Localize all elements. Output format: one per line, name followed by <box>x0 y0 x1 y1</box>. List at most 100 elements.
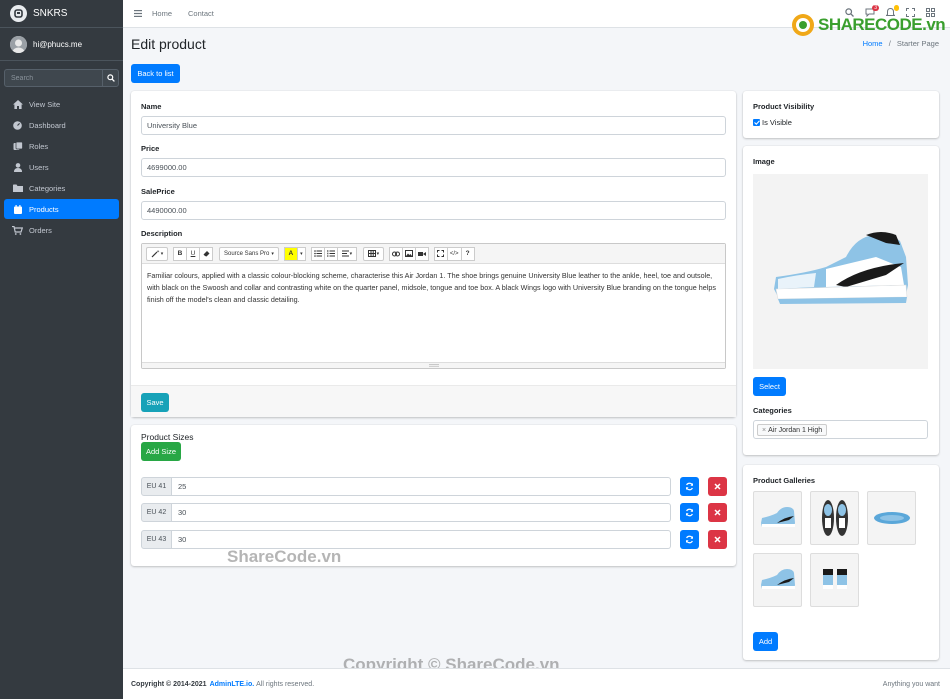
category-tag: × Air Jordan 1 High <box>757 424 828 436</box>
clear-format-button[interactable] <box>199 246 213 261</box>
price-label: Price <box>141 144 160 153</box>
fullscreen-icon <box>437 250 445 257</box>
ordered-list-button[interactable] <box>323 246 338 261</box>
sidebar-item-users[interactable]: Users <box>4 157 119 177</box>
update-size-button[interactable] <box>680 477 699 496</box>
refresh-icon <box>685 535 694 544</box>
name-input[interactable]: University Blue <box>141 116 726 135</box>
notification-badge: 3 <box>872 5 879 11</box>
price-input[interactable]: 4699000.00 <box>141 158 726 177</box>
editor-resize-bar[interactable] <box>142 362 725 368</box>
times-icon <box>714 483 721 490</box>
help-button[interactable]: ? <box>460 246 475 261</box>
delete-size-button[interactable] <box>708 477 727 496</box>
categories-select[interactable]: × Air Jordan 1 High <box>753 420 928 439</box>
gallery-thumbnail[interactable] <box>810 553 859 607</box>
brand-link[interactable]: SNKRS <box>0 0 123 28</box>
update-size-button[interactable] <box>680 530 699 549</box>
size-label: EU 41 <box>141 477 172 496</box>
fullscreen-button[interactable] <box>433 246 448 261</box>
sidebar-item-label: Roles <box>29 141 49 151</box>
nav-contact-link[interactable]: Contact <box>188 9 214 18</box>
color-dropdown-button[interactable]: ▾ <box>296 246 306 261</box>
sidebar-item-label: View Site <box>29 99 61 109</box>
product-visibility-card: Product Visibility Is Visible <box>743 91 939 138</box>
save-button[interactable]: Save <box>141 393 169 412</box>
brand-name: SNKRS <box>33 8 68 19</box>
visible-checkbox[interactable] <box>753 119 760 126</box>
saleprice-input[interactable]: 4490000.00 <box>141 201 726 220</box>
size-quantity-input[interactable]: 30 <box>172 503 671 522</box>
sidebar-item-products[interactable]: Products <box>4 199 119 219</box>
cart-icon <box>12 225 23 235</box>
gallery-thumbnail[interactable] <box>753 553 802 607</box>
sneaker-pair-image <box>760 569 795 589</box>
image-title: Image <box>753 157 775 166</box>
image-button[interactable] <box>401 246 416 261</box>
search-button[interactable] <box>102 70 118 86</box>
nav-home-link[interactable]: Home <box>152 9 172 18</box>
unordered-list-button[interactable] <box>310 246 325 261</box>
update-size-button[interactable] <box>680 503 699 522</box>
search-icon <box>106 74 115 82</box>
font-family-select[interactable]: Source Sans Pro ▾ <box>219 246 279 261</box>
underline-button[interactable]: U <box>186 246 200 261</box>
bold-button[interactable]: B <box>173 246 187 261</box>
sidebar-search-input[interactable] <box>5 70 102 86</box>
video-button[interactable] <box>414 246 429 261</box>
product-gallery-card: Product Galleries Add <box>743 465 939 660</box>
add-gallery-button[interactable]: Add <box>753 632 778 651</box>
size-quantity-input[interactable]: 25 <box>172 477 671 496</box>
remove-tag-icon[interactable]: × <box>762 427 766 434</box>
sidebar-item-roles[interactable]: Roles <box>4 136 119 156</box>
editor-toolbar: ▾ B U Source Sans Pro ▾ A ▾ ▾ ▾ </> ? <box>142 244 725 264</box>
menu-toggle-icon[interactable] <box>134 10 142 17</box>
question-icon: ? <box>465 250 470 257</box>
breadcrumb-home-link[interactable]: Home <box>863 39 883 48</box>
product-image-card: Image Select Categories × Air Jordan 1 H… <box>743 146 939 455</box>
back-to-list-button[interactable]: Back to list <box>131 64 180 83</box>
paragraph-align-button[interactable]: ▾ <box>336 246 357 261</box>
sidebar: SNKRS hi@phucs.me View Site Dashboard Ro… <box>0 0 123 699</box>
gallery-thumbnail[interactable] <box>753 491 802 545</box>
size-label: EU 42 <box>141 503 172 522</box>
sidebar-item-label: Users <box>29 162 49 172</box>
footer-brand-link[interactable]: AdminLTE.io. <box>210 681 255 688</box>
warning-badge <box>893 5 899 11</box>
add-size-button[interactable]: Add Size <box>141 442 181 461</box>
code-view-button[interactable]: </> <box>446 246 462 261</box>
gallery-thumbnail[interactable] <box>810 491 859 545</box>
brand-logo-icon <box>10 5 27 22</box>
sizes-title: Product Sizes <box>141 432 194 442</box>
delete-size-button[interactable] <box>708 503 727 522</box>
description-text[interactable]: Familiar colours, applied with a classic… <box>142 264 725 312</box>
sneaker-back-image <box>822 569 847 589</box>
sneaker-image <box>773 231 908 304</box>
style-button[interactable]: ▾ <box>146 246 168 261</box>
watermark-logo: SHARECODE.vn <box>790 12 946 38</box>
description-label: Description <box>141 229 183 238</box>
select-image-button[interactable]: Select <box>753 377 786 396</box>
eraser-icon <box>203 251 209 257</box>
delete-size-button[interactable] <box>708 530 727 549</box>
table-button[interactable]: ▾ <box>362 246 384 261</box>
sharecode-logo-icon <box>792 14 814 36</box>
page-title: Edit product <box>131 36 206 52</box>
text-color-button[interactable]: A <box>283 246 298 261</box>
sneaker-sole-image <box>873 512 910 524</box>
sidebar-item-orders[interactable]: Orders <box>4 220 119 240</box>
user-panel[interactable]: hi@phucs.me <box>0 28 123 61</box>
sidebar-item-dashboard[interactable]: Dashboard <box>4 115 119 135</box>
sidebar-item-categories[interactable]: Categories <box>4 178 119 198</box>
table-icon <box>367 250 376 257</box>
dashboard-icon <box>12 120 23 130</box>
link-icon <box>391 251 400 256</box>
visibility-checkbox-row: Is Visible <box>753 118 792 127</box>
sidebar-item-view-site[interactable]: View Site <box>4 94 119 114</box>
form-footer: Save <box>131 385 736 417</box>
link-button[interactable] <box>388 246 403 261</box>
magic-icon <box>151 249 160 257</box>
gallery-thumbnail[interactable] <box>867 491 916 545</box>
page-footer: Copyright © 2014-2021 AdminLTE.io. All r… <box>123 668 950 699</box>
product-sizes-card: Product Sizes Add Size EU 41 25 EU 42 30… <box>131 425 736 566</box>
